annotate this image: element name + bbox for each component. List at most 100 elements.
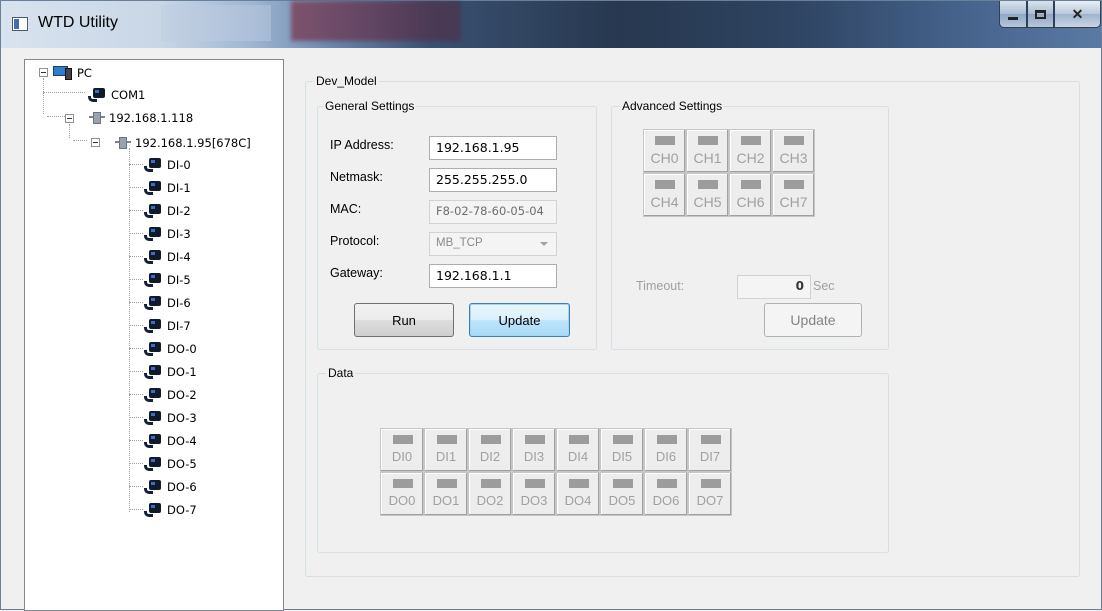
tree-connector	[69, 124, 70, 138]
tree-item-label: DO-2	[167, 388, 197, 402]
di-label: DI5	[611, 449, 633, 464]
tree-item-channel[interactable]: DO-7	[143, 499, 197, 521]
di-label: DI0	[391, 449, 413, 464]
channel-indicator[interactable]: CH0	[643, 129, 686, 173]
port-icon	[87, 87, 107, 103]
tree-item-channel[interactable]: DI-3	[143, 223, 191, 245]
mac-label: MAC:	[330, 202, 362, 216]
do-button[interactable]: DO5	[600, 472, 644, 516]
do-button[interactable]: DO0	[380, 472, 424, 516]
tree-item-channel[interactable]: DI-2	[143, 200, 191, 222]
tree-item-channel[interactable]: DO-5	[143, 453, 197, 475]
title-bar-background-accent	[291, 1, 461, 41]
do-button[interactable]: DO3	[512, 472, 556, 516]
collapse-toggle-device[interactable]	[91, 138, 100, 147]
maximize-icon	[1035, 9, 1046, 19]
tree-connector	[129, 302, 143, 303]
tree-item-host[interactable]: 192.168.1.118	[89, 107, 193, 129]
tree-item-channel[interactable]: DO-3	[143, 407, 197, 429]
timeout-label: Timeout:	[636, 279, 685, 293]
di-indicator: DI0	[380, 428, 424, 472]
window-controls: ✕	[999, 1, 1101, 28]
tree-connector	[43, 78, 44, 114]
ip-address-field[interactable]: 192.168.1.95	[429, 136, 557, 160]
di-label: DI6	[655, 449, 677, 464]
tree-item-channel[interactable]: DI-5	[143, 269, 191, 291]
tree-item-channel[interactable]: DI-7	[143, 315, 191, 337]
update-button[interactable]: Update	[469, 303, 570, 337]
window-title: WTD Utility	[38, 14, 118, 31]
di-label: DI4	[567, 449, 589, 464]
di-indicator: DI4	[556, 428, 600, 472]
do-button[interactable]: DO1	[424, 472, 468, 516]
do-button[interactable]: DO4	[556, 472, 600, 516]
port-icon	[143, 479, 163, 495]
tree-item-channel[interactable]: DI-1	[143, 177, 191, 199]
gateway-label: Gateway:	[330, 266, 383, 280]
tree-item-channel[interactable]: DO-2	[143, 384, 197, 406]
tree-item-channel[interactable]: DO-4	[143, 430, 197, 452]
gateway-field[interactable]: 192.168.1.1	[429, 264, 557, 288]
computer-icon	[53, 65, 73, 81]
di-label: DI7	[699, 449, 721, 464]
collapse-toggle-pc[interactable]	[39, 68, 48, 77]
channel-label: CH5	[693, 194, 722, 210]
app-window: WTD Utility ✕ PC COM1 192.168.1.118 192.…	[0, 0, 1102, 611]
port-icon	[143, 272, 163, 288]
tree-item-label: COM1	[111, 88, 146, 102]
di-indicator: DI6	[644, 428, 688, 472]
tree-connector	[129, 148, 130, 512]
do-button[interactable]: DO2	[468, 472, 512, 516]
network-icon	[115, 135, 131, 151]
channel-indicator[interactable]: CH2	[729, 129, 772, 173]
title-bar-background	[161, 5, 271, 41]
channel-label: CH1	[693, 150, 722, 166]
tree-connector	[129, 463, 143, 464]
tree-item-label: DO-0	[167, 342, 197, 356]
do-label: DO2	[476, 493, 504, 508]
channel-indicator[interactable]: CH6	[729, 173, 772, 217]
do-button[interactable]: DO6	[644, 472, 688, 516]
tree-connector	[129, 279, 143, 280]
maximize-button[interactable]	[1027, 1, 1054, 28]
channel-label: CH0	[650, 150, 679, 166]
channel-indicator[interactable]: CH3	[772, 129, 815, 173]
dropdown-arrow-icon	[540, 242, 548, 246]
tree-connector	[129, 394, 143, 395]
tree-item-label: 192.168.1.118	[109, 111, 194, 125]
title-bar[interactable]: WTD Utility ✕	[1, 1, 1101, 48]
timeout-unit: Sec	[813, 279, 835, 293]
di-indicator: DI3	[512, 428, 556, 472]
close-icon: ✕	[1071, 5, 1084, 22]
tree-item-channel[interactable]: DO-1	[143, 361, 197, 383]
port-icon	[143, 456, 163, 472]
tree-item-channel[interactable]: DI-0	[143, 154, 191, 176]
tree-item-device[interactable]: 192.168.1.95[678C]	[115, 132, 251, 154]
tree-connector	[129, 417, 143, 418]
tree-item-channel[interactable]: DI-6	[143, 292, 191, 314]
channel-indicator[interactable]: CH1	[686, 129, 729, 173]
tree-item-pc[interactable]: PC	[53, 62, 92, 84]
port-icon	[143, 364, 163, 380]
tree-item-channel[interactable]: DI-4	[143, 246, 191, 268]
do-button[interactable]: DO7	[688, 472, 732, 516]
minimize-icon	[1008, 16, 1018, 20]
channel-indicator[interactable]: CH5	[686, 173, 729, 217]
tree-item-channel[interactable]: DO-0	[143, 338, 197, 360]
advanced-update-button: Update	[764, 303, 862, 337]
channel-indicator[interactable]: CH4	[643, 173, 686, 217]
channel-indicator[interactable]: CH7	[772, 173, 815, 217]
port-icon	[143, 180, 163, 196]
port-icon	[143, 318, 163, 334]
run-button[interactable]: Run	[354, 303, 454, 337]
netmask-field[interactable]: 255.255.255.0	[429, 168, 557, 192]
minimize-button[interactable]	[999, 1, 1027, 28]
tree-item-channel[interactable]: DO-6	[143, 476, 197, 498]
close-button[interactable]: ✕	[1054, 1, 1101, 28]
tree-item-com1[interactable]: COM1	[87, 84, 145, 106]
di-label: DI3	[523, 449, 545, 464]
device-tree[interactable]: PC COM1 192.168.1.118 192.168.1.95[678C]…	[24, 59, 284, 611]
collapse-toggle-host[interactable]	[65, 114, 74, 123]
tree-item-label: DI-4	[167, 250, 191, 264]
di-indicator: DI2	[468, 428, 512, 472]
